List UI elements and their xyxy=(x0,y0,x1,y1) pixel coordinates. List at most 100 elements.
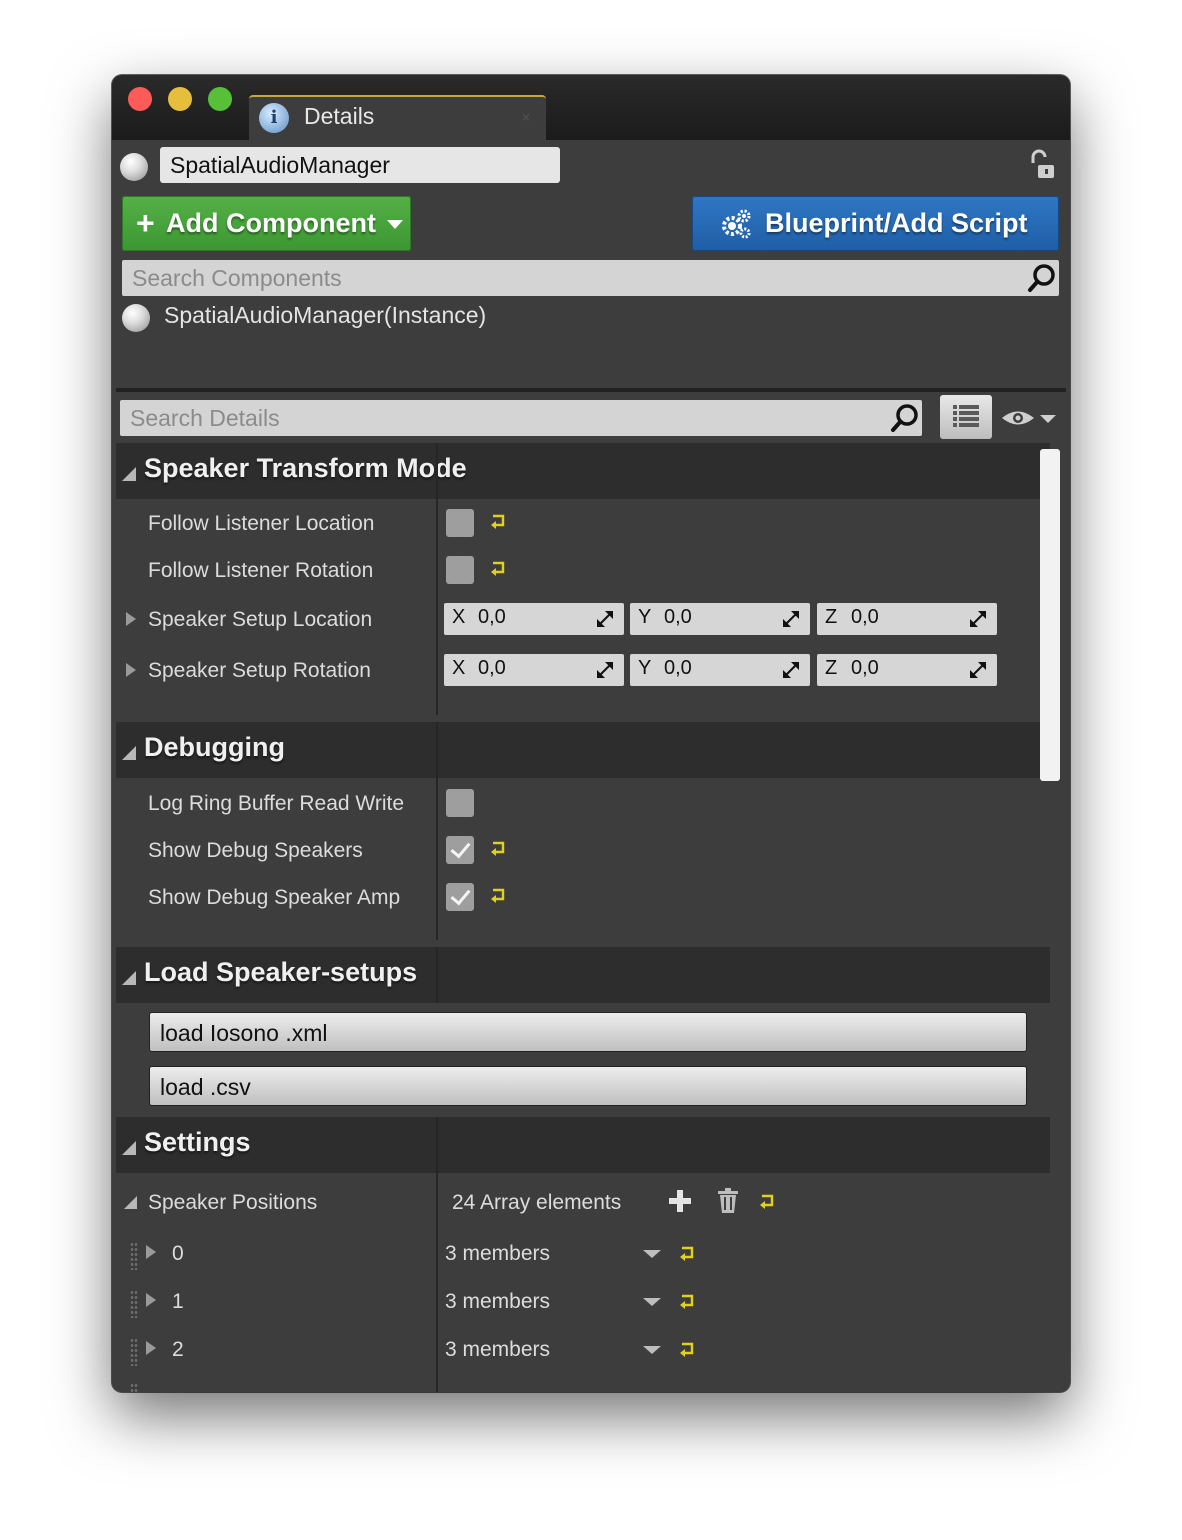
drag-handle-icon[interactable] xyxy=(130,1242,138,1270)
zoom-window-button[interactable] xyxy=(208,87,232,111)
collapse-triangle-icon[interactable] xyxy=(122,746,136,760)
location-y-field[interactable]: Y 0,0 xyxy=(630,603,810,635)
spin-arrows-icon[interactable] xyxy=(969,610,987,628)
log-ring-buffer-label: Log Ring Buffer Read Write xyxy=(148,792,405,815)
column-splitter[interactable] xyxy=(436,1117,438,1392)
rotation-y-field[interactable]: Y 0,0 xyxy=(630,654,810,686)
column-splitter[interactable] xyxy=(436,443,438,715)
plus-icon[interactable] xyxy=(668,1189,692,1213)
search-components-input[interactable]: Search Components xyxy=(122,260,1059,296)
actor-sphere-icon xyxy=(120,153,148,181)
category-debugging[interactable]: Debugging xyxy=(116,722,1050,778)
element-index: 2 xyxy=(172,1338,184,1361)
spin-arrows-icon[interactable] xyxy=(782,610,800,628)
expand-triangle-icon[interactable] xyxy=(146,1341,156,1355)
gears-icon xyxy=(722,209,751,239)
tab-close-icon[interactable]: × xyxy=(522,109,530,125)
tab-details[interactable]: i Details × xyxy=(249,95,546,142)
load-csv-button[interactable]: load .csv xyxy=(149,1066,1027,1106)
list-view-icon xyxy=(953,405,979,427)
chevron-down-icon[interactable] xyxy=(643,1346,661,1354)
element-index: 1 xyxy=(172,1290,184,1313)
collapse-triangle-icon[interactable] xyxy=(124,1196,137,1209)
eye-icon[interactable] xyxy=(1000,407,1056,429)
location-z-value: 0,0 xyxy=(851,606,879,628)
reset-to-default-icon[interactable] xyxy=(759,1193,777,1209)
component-instance-item[interactable]: SpatialAudioManager(Instance) xyxy=(164,302,486,329)
actor-name-field[interactable]: SpatialAudioManager xyxy=(160,147,560,183)
location-x-field[interactable]: X 0,0 xyxy=(444,603,624,635)
reset-to-default-icon[interactable] xyxy=(490,560,508,576)
drag-handle-icon[interactable] xyxy=(130,1383,138,1392)
minimize-window-button[interactable] xyxy=(168,87,192,111)
trash-icon[interactable] xyxy=(717,1188,739,1214)
details-scrollbar[interactable] xyxy=(1040,449,1060,781)
unlocked-padlock-icon[interactable] xyxy=(1026,149,1058,181)
search-icon[interactable] xyxy=(1027,263,1057,293)
expand-triangle-icon[interactable] xyxy=(146,1245,156,1259)
add-component-label: Add Component xyxy=(166,208,376,238)
column-splitter[interactable] xyxy=(436,947,438,1003)
spin-arrows-icon[interactable] xyxy=(782,661,800,679)
axis-y-label: Y xyxy=(638,606,652,628)
load-iosono-xml-button[interactable]: load Iosono .xml xyxy=(149,1012,1027,1052)
details-window: i Details × SpatialAudioManager + Add Co… xyxy=(112,75,1070,1392)
show-debug-speaker-amp-checkbox[interactable] xyxy=(446,883,474,911)
element-value: 3 members xyxy=(445,1242,551,1265)
drag-handle-icon[interactable] xyxy=(130,1290,138,1318)
title-bar[interactable]: i Details × xyxy=(112,75,1070,142)
reset-to-default-icon[interactable] xyxy=(490,513,508,529)
category-settings[interactable]: Settings xyxy=(116,1117,1050,1173)
follow-listener-rotation-checkbox[interactable] xyxy=(446,556,474,584)
category-load-speaker-setups[interactable]: Load Speaker-setups xyxy=(116,947,1050,1003)
column-splitter[interactable] xyxy=(436,722,438,940)
property-matrix-button[interactable] xyxy=(940,395,992,439)
follow-listener-location-checkbox[interactable] xyxy=(446,509,474,537)
axis-z-label: Z xyxy=(825,606,838,628)
chevron-down-icon xyxy=(387,220,403,229)
expand-triangle-icon[interactable] xyxy=(146,1293,156,1307)
reset-to-default-icon[interactable] xyxy=(679,1293,697,1309)
tab-details-label: Details xyxy=(304,103,375,129)
collapse-triangle-icon[interactable] xyxy=(122,971,136,985)
chevron-down-icon[interactable] xyxy=(643,1250,661,1258)
plus-icon: + xyxy=(136,205,155,241)
rotation-x-field[interactable]: X 0,0 xyxy=(444,654,624,686)
spin-arrows-icon[interactable] xyxy=(596,610,614,628)
element-index: 0 xyxy=(172,1242,184,1265)
rotation-x-value: 0,0 xyxy=(478,657,506,679)
follow-listener-location-label: Follow Listener Location xyxy=(148,512,375,535)
axis-x-label: X xyxy=(452,657,466,679)
category-title: Settings xyxy=(144,1127,251,1157)
spin-arrows-icon[interactable] xyxy=(969,661,987,679)
category-title: Speaker Transform Mode xyxy=(144,453,467,483)
category-speaker-transform-mode[interactable]: Speaker Transform Mode xyxy=(116,443,1050,499)
search-icon[interactable] xyxy=(890,403,920,433)
rotation-z-field[interactable]: Z 0,0 xyxy=(817,654,997,686)
array-count: 24 Array elements xyxy=(452,1191,622,1214)
chevron-down-icon[interactable] xyxy=(643,1298,661,1306)
info-icon: i xyxy=(259,103,289,133)
collapse-triangle-icon[interactable] xyxy=(122,1141,136,1155)
reset-to-default-icon[interactable] xyxy=(679,1341,697,1357)
close-window-button[interactable] xyxy=(128,87,152,111)
expand-triangle-icon[interactable] xyxy=(126,663,136,677)
blueprint-add-script-label: Blueprint/Add Script xyxy=(765,208,1028,238)
search-details-input[interactable]: Search Details xyxy=(120,400,922,436)
reset-to-default-icon[interactable] xyxy=(679,1245,697,1261)
location-x-value: 0,0 xyxy=(478,606,506,628)
component-sphere-icon xyxy=(122,304,150,332)
reset-to-default-icon[interactable] xyxy=(490,887,508,903)
speaker-positions-label: Speaker Positions xyxy=(148,1191,318,1214)
log-ring-buffer-checkbox[interactable] xyxy=(446,789,474,817)
expand-triangle-icon[interactable] xyxy=(126,612,136,626)
spin-arrows-icon[interactable] xyxy=(596,661,614,679)
panel-divider[interactable] xyxy=(116,388,1066,392)
collapse-triangle-icon[interactable] xyxy=(122,467,136,481)
add-component-button[interactable]: + Add Component xyxy=(122,196,411,251)
drag-handle-icon[interactable] xyxy=(130,1338,138,1366)
show-debug-speakers-checkbox[interactable] xyxy=(446,836,474,864)
location-z-field[interactable]: Z 0,0 xyxy=(817,603,997,635)
reset-to-default-icon[interactable] xyxy=(490,840,508,856)
blueprint-add-script-button[interactable]: Blueprint/Add Script xyxy=(692,196,1059,251)
